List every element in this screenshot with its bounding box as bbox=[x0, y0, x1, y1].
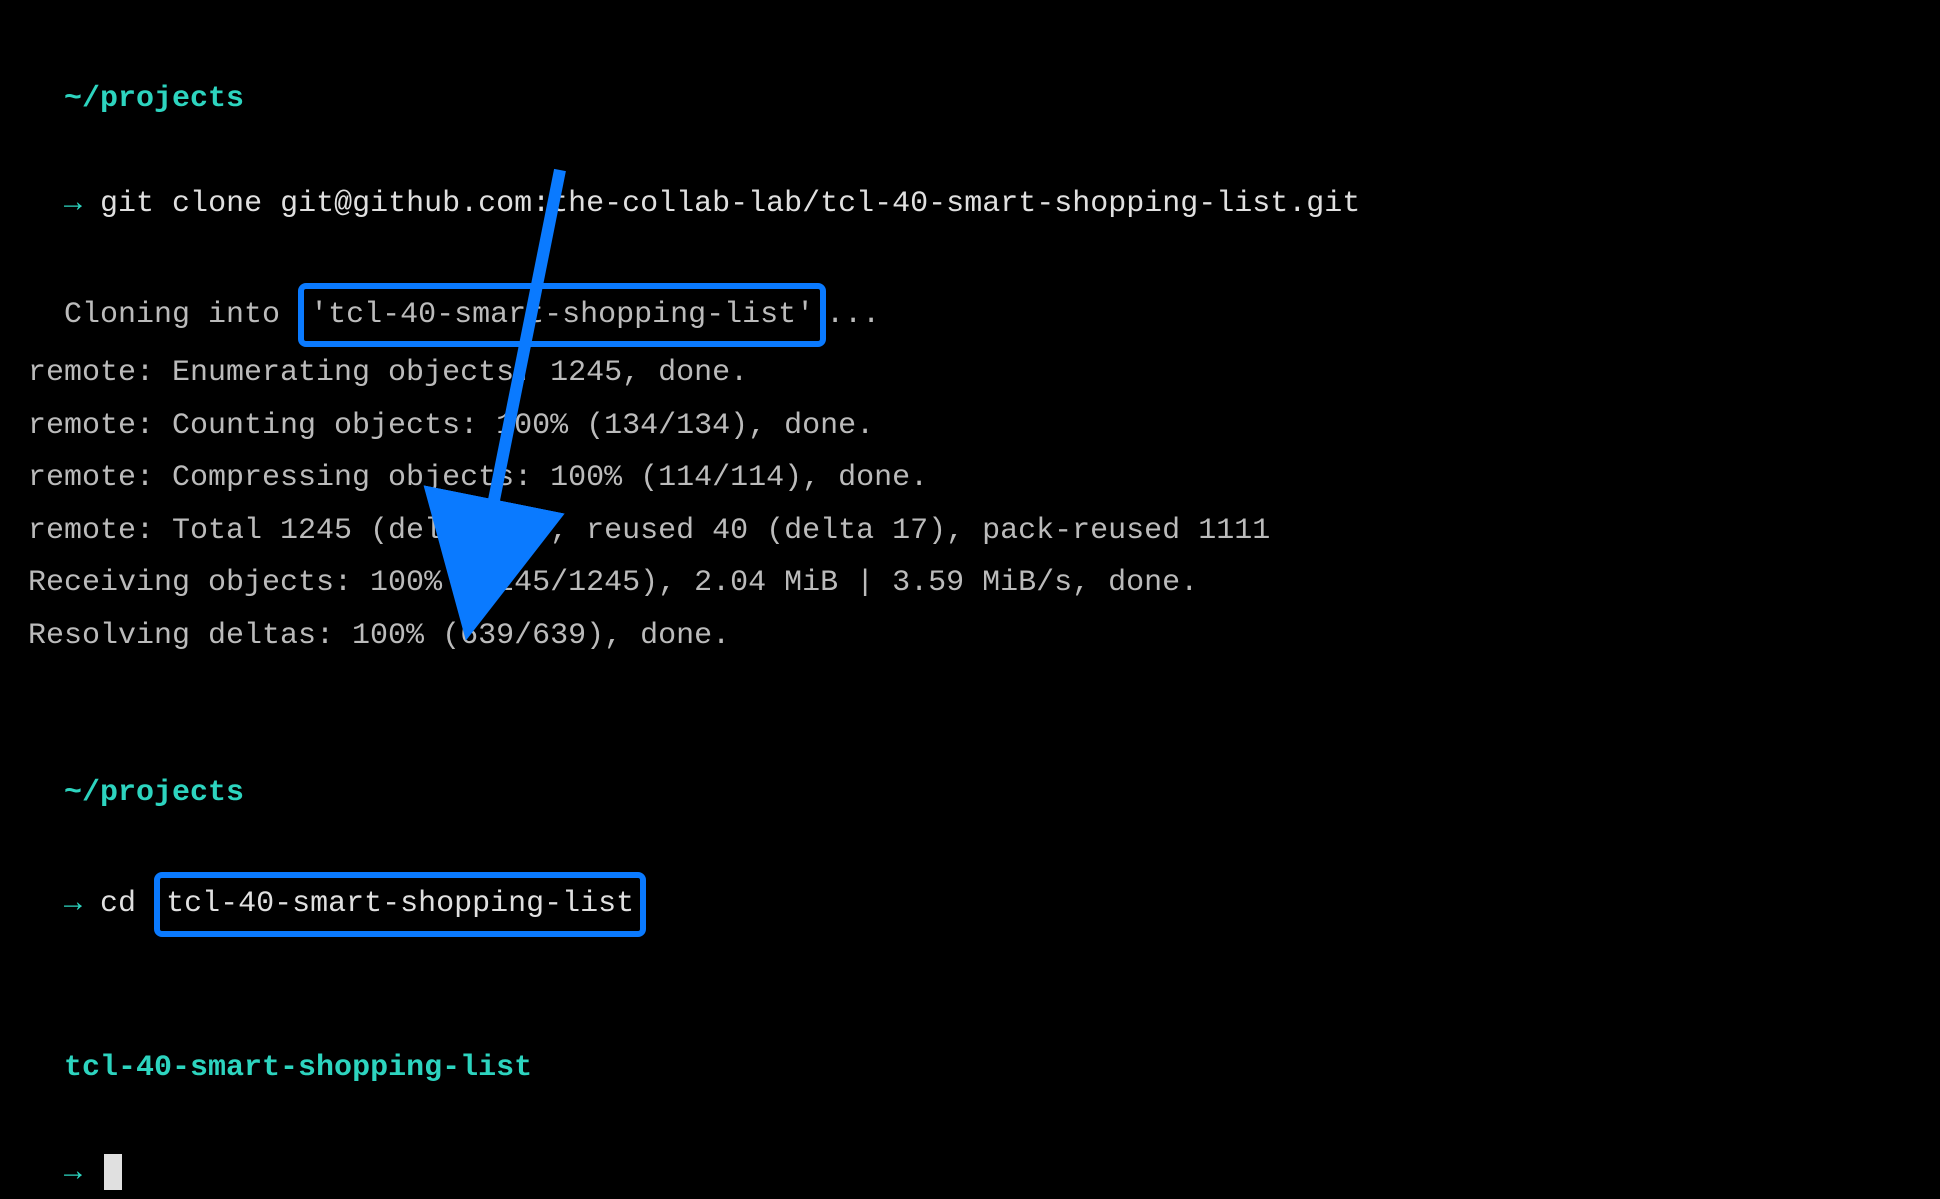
prompt-arrow-3: → bbox=[64, 1156, 82, 1190]
prompt-path-3: tcl-40-smart-shopping-list bbox=[64, 1051, 532, 1085]
terminal-cursor[interactable] bbox=[104, 1154, 122, 1190]
output-receiving: Receiving objects: 100% (1245/1245), 2.0… bbox=[28, 557, 1912, 610]
output-enumerating: remote: Enumerating objects: 1245, done. bbox=[28, 347, 1912, 400]
output-resolving: Resolving deltas: 100% (639/639), done. bbox=[28, 610, 1912, 663]
cloning-prefix: Cloning into bbox=[64, 298, 298, 332]
output-cloning: Cloning into 'tcl-40-smart-shopping-list… bbox=[28, 230, 1912, 347]
cloning-suffix: ... bbox=[826, 298, 880, 332]
prompt-path-1: ~/projects bbox=[64, 82, 244, 116]
cd-target-highlight: tcl-40-smart-shopping-list bbox=[154, 872, 646, 937]
cloning-destination-highlight: 'tcl-40-smart-shopping-list' bbox=[298, 283, 826, 348]
output-total: remote: Total 1245 (delta 39), reused 40… bbox=[28, 505, 1912, 558]
prompt-arrow-1: → bbox=[64, 187, 82, 221]
cd-target: tcl-40-smart-shopping-list bbox=[166, 887, 634, 921]
prompt-arrow-2: → bbox=[64, 887, 82, 921]
cd-command-prefix[interactable]: cd bbox=[100, 887, 154, 921]
output-counting: remote: Counting objects: 100% (134/134)… bbox=[28, 400, 1912, 453]
prompt-path-2: ~/projects bbox=[64, 776, 244, 810]
git-clone-command[interactable]: git clone git@github.com:the-collab-lab/… bbox=[100, 187, 1360, 221]
output-compressing: remote: Compressing objects: 100% (114/1… bbox=[28, 452, 1912, 505]
